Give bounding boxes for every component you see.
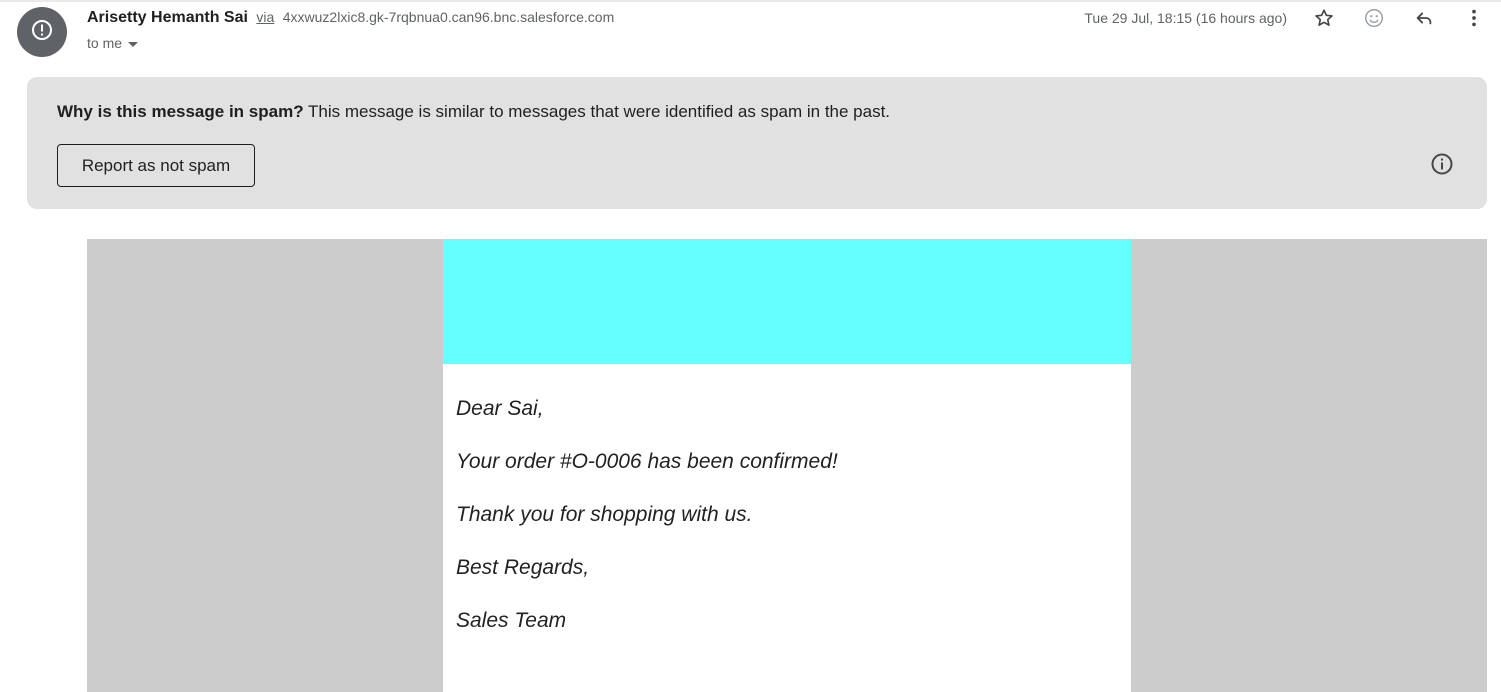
email-closing: Best Regards, (456, 556, 590, 579)
spam-reason: Why is this message in spam? This messag… (57, 102, 890, 122)
recipient-label: to me (87, 35, 123, 51)
message-date: Tue 29 Jul, 18:15 (16 hours ago) (1084, 10, 1287, 26)
email-order-confirmation: Your order #O-0006 has been confirmed! (456, 450, 838, 473)
email-card: Dear Sai, Your order #O-0006 has been co… (443, 239, 1131, 692)
recipient-details-toggle[interactable]: to me (87, 35, 139, 51)
email-header-banner (443, 239, 1131, 364)
warning-icon (30, 18, 54, 47)
more-vert-icon (1463, 7, 1485, 34)
top-divider (0, 0, 1501, 2)
spam-warning-banner: Why is this message in spam? This messag… (27, 77, 1487, 209)
emoji-icon (1363, 7, 1385, 34)
reply-button[interactable] (1411, 7, 1437, 33)
add-reaction-button[interactable] (1361, 7, 1387, 33)
chevron-down-icon (128, 41, 139, 47)
reply-icon (1413, 7, 1435, 34)
email-greeting: Dear Sai, (456, 397, 544, 420)
star-button[interactable] (1311, 7, 1337, 33)
via-link[interactable]: via (256, 9, 274, 25)
email-signature: Sales Team (456, 609, 567, 632)
spam-info-button[interactable] (1430, 152, 1454, 181)
spam-question: Why is this message in spam? (57, 102, 304, 121)
more-options-button[interactable] (1461, 7, 1487, 33)
sender-line: Arisetty Hemanth Sai via 4xxwuz2lxic8.gk… (87, 9, 614, 27)
sender-avatar[interactable] (17, 7, 67, 57)
report-not-spam-button[interactable]: Report as not spam (57, 144, 255, 187)
email-content-frame: Dear Sai, Your order #O-0006 has been co… (87, 239, 1487, 692)
info-icon (1430, 152, 1454, 181)
via-domain: 4xxwuz2lxic8.gk-7rqbnua0.can96.bnc.sales… (282, 9, 615, 25)
email-thanks: Thank you for shopping with us. (456, 503, 753, 526)
email-body: Dear Sai, Your order #O-0006 has been co… (456, 397, 838, 662)
star-icon (1313, 7, 1335, 34)
spam-explanation: This message is similar to messages that… (308, 102, 891, 121)
sender-name[interactable]: Arisetty Hemanth Sai (87, 9, 248, 26)
